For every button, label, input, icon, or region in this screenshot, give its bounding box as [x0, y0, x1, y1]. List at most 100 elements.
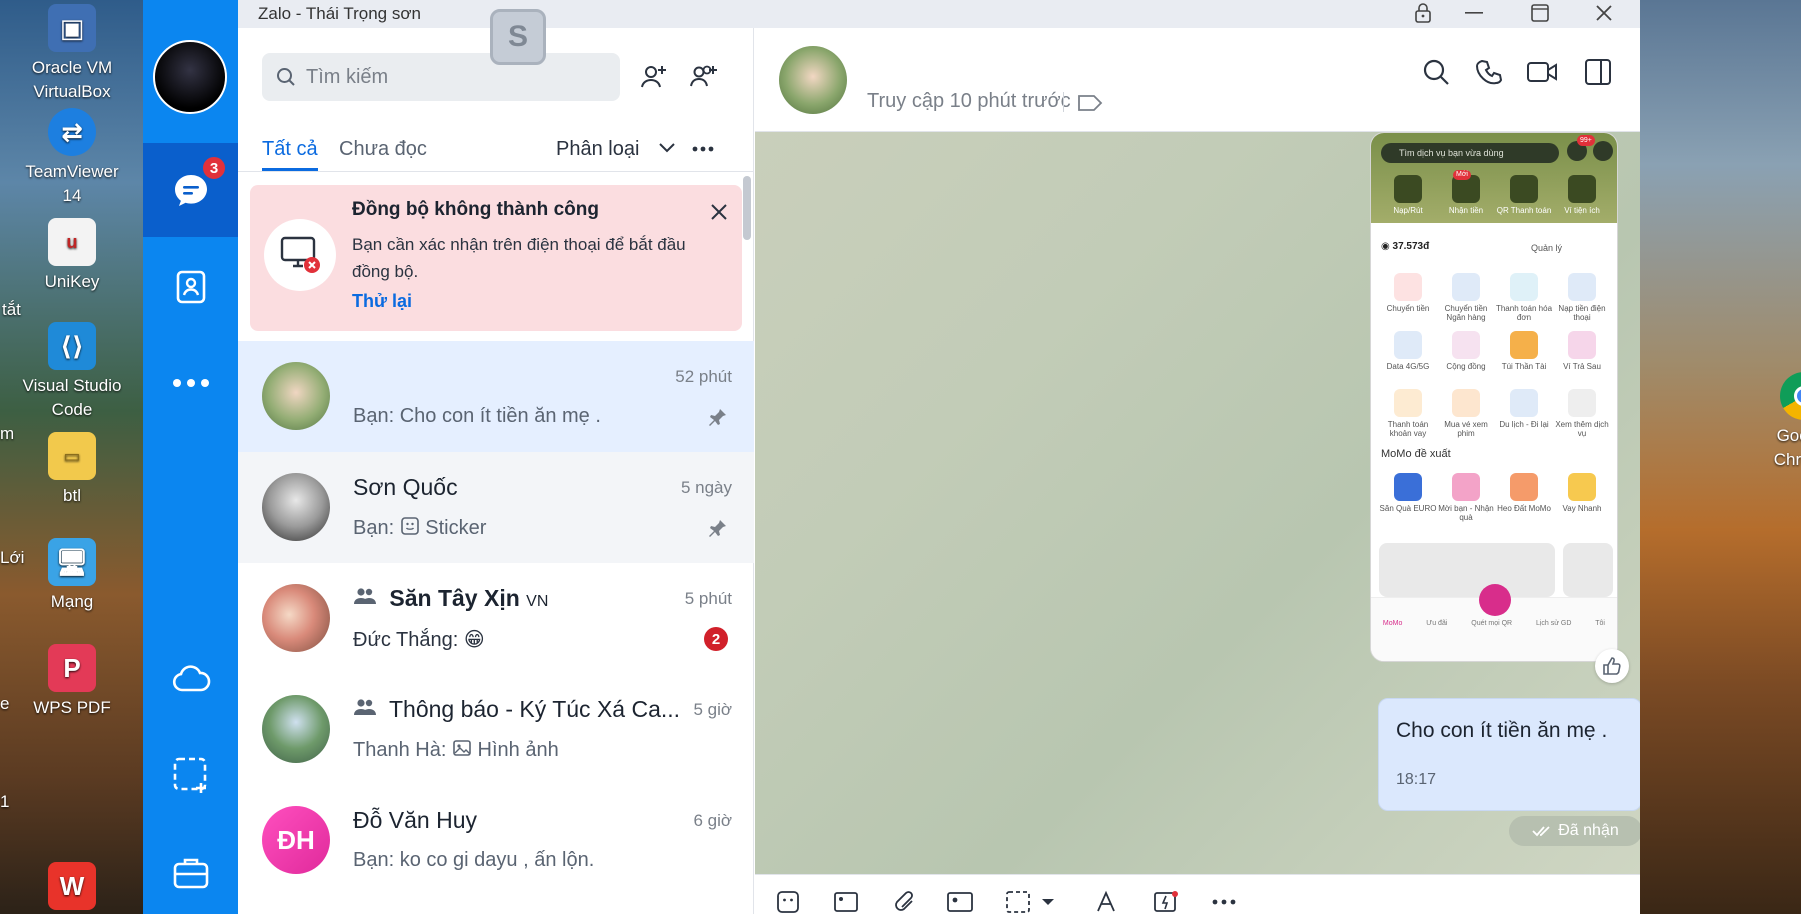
more-dots-icon[interactable]	[1209, 887, 1239, 914]
minimize-button[interactable]	[1454, 0, 1494, 26]
search-input[interactable]	[306, 65, 596, 89]
chat-avatar[interactable]	[779, 46, 847, 114]
phone-tab-label: Tôi	[1595, 620, 1605, 627]
phone-item: Chuyển tiền	[1379, 269, 1437, 327]
rail-more[interactable]	[143, 336, 238, 430]
desktop-icon-chrome[interactable]: Google Chrome	[1754, 372, 1801, 472]
phone-item-label: Chuyển tiền Ngân hàng	[1444, 304, 1488, 322]
utility-icon	[1568, 175, 1596, 203]
wallet-icon	[1394, 175, 1422, 203]
nav-rail: 3	[143, 0, 238, 914]
conversation-tabs: Tất cả Chưa đọc Phân loại	[262, 138, 753, 174]
attachment-icon[interactable]	[889, 887, 919, 914]
search-box[interactable]	[262, 53, 620, 101]
phone-item: Săn Quà EURO	[1379, 469, 1437, 527]
sidebar-toggle-icon[interactable]	[1584, 58, 1612, 86]
group-name-suffix: VN	[526, 593, 549, 610]
tab-all[interactable]: Tất cả	[262, 138, 318, 171]
lock-button[interactable]	[1403, 0, 1443, 26]
wps-pdf-icon: P	[48, 644, 96, 692]
network-icon: 🖥	[48, 538, 96, 586]
phone-item: Thanh toán khoản vay	[1379, 385, 1437, 443]
desktop-icon-wps-pdf[interactable]: P WPS PDF	[22, 644, 122, 720]
phone-item: Mời bạn - Nhận quà	[1437, 469, 1495, 527]
reaction-button[interactable]	[1595, 649, 1629, 683]
phone-call-icon[interactable]	[1476, 58, 1504, 86]
unread-count-badge: 2	[704, 627, 728, 651]
vscode-icon: ⟨⟩	[48, 322, 96, 370]
phone-item-label: Du lịch - Đi lại	[1499, 420, 1549, 429]
desktop-icon-btl[interactable]: ▭ btl	[22, 432, 122, 508]
conversation-name: Săn Tây Xịn VN	[353, 585, 548, 612]
savings-icon	[1510, 331, 1538, 359]
create-group-button[interactable]	[684, 56, 724, 96]
more-options-icon[interactable]	[692, 146, 714, 152]
close-button[interactable]	[1584, 0, 1624, 26]
tabs-divider	[238, 171, 753, 172]
desktop-icon-network[interactable]: 🖥 Mạng	[22, 538, 122, 614]
conversation-item[interactable]: 52 phút Bạn: Cho con ít tiền ăn mẹ .	[238, 341, 754, 452]
sticker-icon[interactable]	[773, 887, 803, 914]
desktop-icon-teamviewer[interactable]: ⇄ TeamViewer 14	[22, 108, 122, 208]
rail-messages[interactable]: 3	[143, 143, 238, 237]
phone-item-label: Xem thêm dịch vụ	[1555, 420, 1609, 438]
phone-item: Thanh toán hóa đơn	[1495, 269, 1553, 327]
community-icon	[1452, 331, 1480, 359]
conversation-item[interactable]: Săn Tây Xịn VN 5 phút Đức Thắng: 😁 2	[238, 563, 754, 674]
conversation-item[interactable]: Thông báo - Ký Túc Xá Ca... 5 giờ Thanh …	[238, 674, 754, 785]
floating-app-icon[interactable]: S	[490, 9, 546, 65]
quick-message-icon[interactable]	[1151, 887, 1181, 914]
classify-dropdown[interactable]: Phân loại	[556, 138, 639, 161]
phone-item: Cộng đồng	[1437, 327, 1495, 385]
chevron-down-icon[interactable]	[658, 142, 676, 154]
edge-label: 1	[0, 792, 10, 811]
edge-label: e	[0, 694, 10, 713]
tag-icon[interactable]	[1077, 94, 1103, 112]
piggy-icon	[1510, 473, 1538, 501]
desktop-icon-wps-office[interactable]: W	[22, 862, 122, 914]
phone-item-label: Thanh toán khoản vay	[1387, 420, 1429, 438]
phone-service-grid: Chuyển tiền Chuyển tiền Ngân hàng Thanh …	[1379, 269, 1611, 443]
rail-cloud[interactable]	[143, 632, 238, 726]
rail-contacts[interactable]	[143, 240, 238, 334]
conversation-item[interactable]: ĐH Đỗ Văn Huy 6 giờ Bạn: ko co gi dayu ,…	[238, 785, 754, 896]
travel-icon	[1510, 389, 1538, 417]
qr-icon	[1510, 175, 1538, 203]
phone-item: Vay Nhanh	[1553, 469, 1611, 527]
more-services-icon	[1568, 389, 1596, 417]
add-friend-button[interactable]	[634, 56, 674, 96]
conversation-preview: Bạn: ko co gi dayu , ấn lộn.	[353, 849, 595, 871]
contact-card-icon[interactable]	[945, 887, 975, 914]
thumbs-up-icon	[1602, 656, 1622, 676]
desktop-icon-vscode[interactable]: ⟨⟩ Visual Studio Code	[22, 322, 122, 422]
conversation-item[interactable]: Sơn Quốc 5 ngày Bạn: Sticker	[238, 452, 754, 563]
video-call-icon[interactable]	[1526, 60, 1558, 84]
capture-icon[interactable]	[1003, 887, 1033, 914]
user-avatar[interactable]	[153, 40, 227, 114]
conversation-avatar	[262, 695, 330, 763]
close-icon	[1595, 4, 1613, 22]
retry-link[interactable]: Thử lại	[352, 291, 412, 312]
rail-screenshot[interactable]	[143, 728, 238, 822]
chevron-down-icon[interactable]	[1033, 887, 1063, 914]
phone-item: Ví Trả Sau	[1553, 327, 1611, 385]
alert-close-button[interactable]	[704, 197, 734, 227]
desktop-icon-virtualbox[interactable]: ▣ Oracle VM VirtualBox	[22, 4, 122, 104]
search-icon[interactable]	[1422, 58, 1450, 86]
image-icon[interactable]	[831, 887, 861, 914]
phone-banner	[1379, 543, 1555, 597]
tab-unread[interactable]: Chưa đọc	[339, 138, 427, 161]
maximize-button[interactable]	[1520, 0, 1560, 26]
text-format-icon[interactable]	[1093, 887, 1123, 914]
sent-message[interactable]: Cho con ít tiền ăn mẹ . 18:17	[1378, 698, 1640, 811]
transfer-icon	[1394, 273, 1422, 301]
desktop-left: ▣ Oracle VM VirtualBox ⇄ TeamViewer 14 u…	[0, 0, 143, 914]
contacts-icon	[172, 268, 210, 306]
conversation-preview: Bạn: Sticker	[353, 516, 486, 540]
desktop-icon-unikey[interactable]: u UniKey	[22, 218, 122, 294]
cloud-icon	[171, 664, 211, 694]
phone-item-label: Heo Đất MoMo	[1497, 504, 1551, 513]
image-message[interactable]: Tìm dịch vụ bạn vừa dùng 99+ Nạp/Rút Nhậ…	[1370, 132, 1618, 662]
rail-toolbox[interactable]	[143, 826, 238, 914]
list-scrollbar[interactable]	[743, 176, 751, 240]
